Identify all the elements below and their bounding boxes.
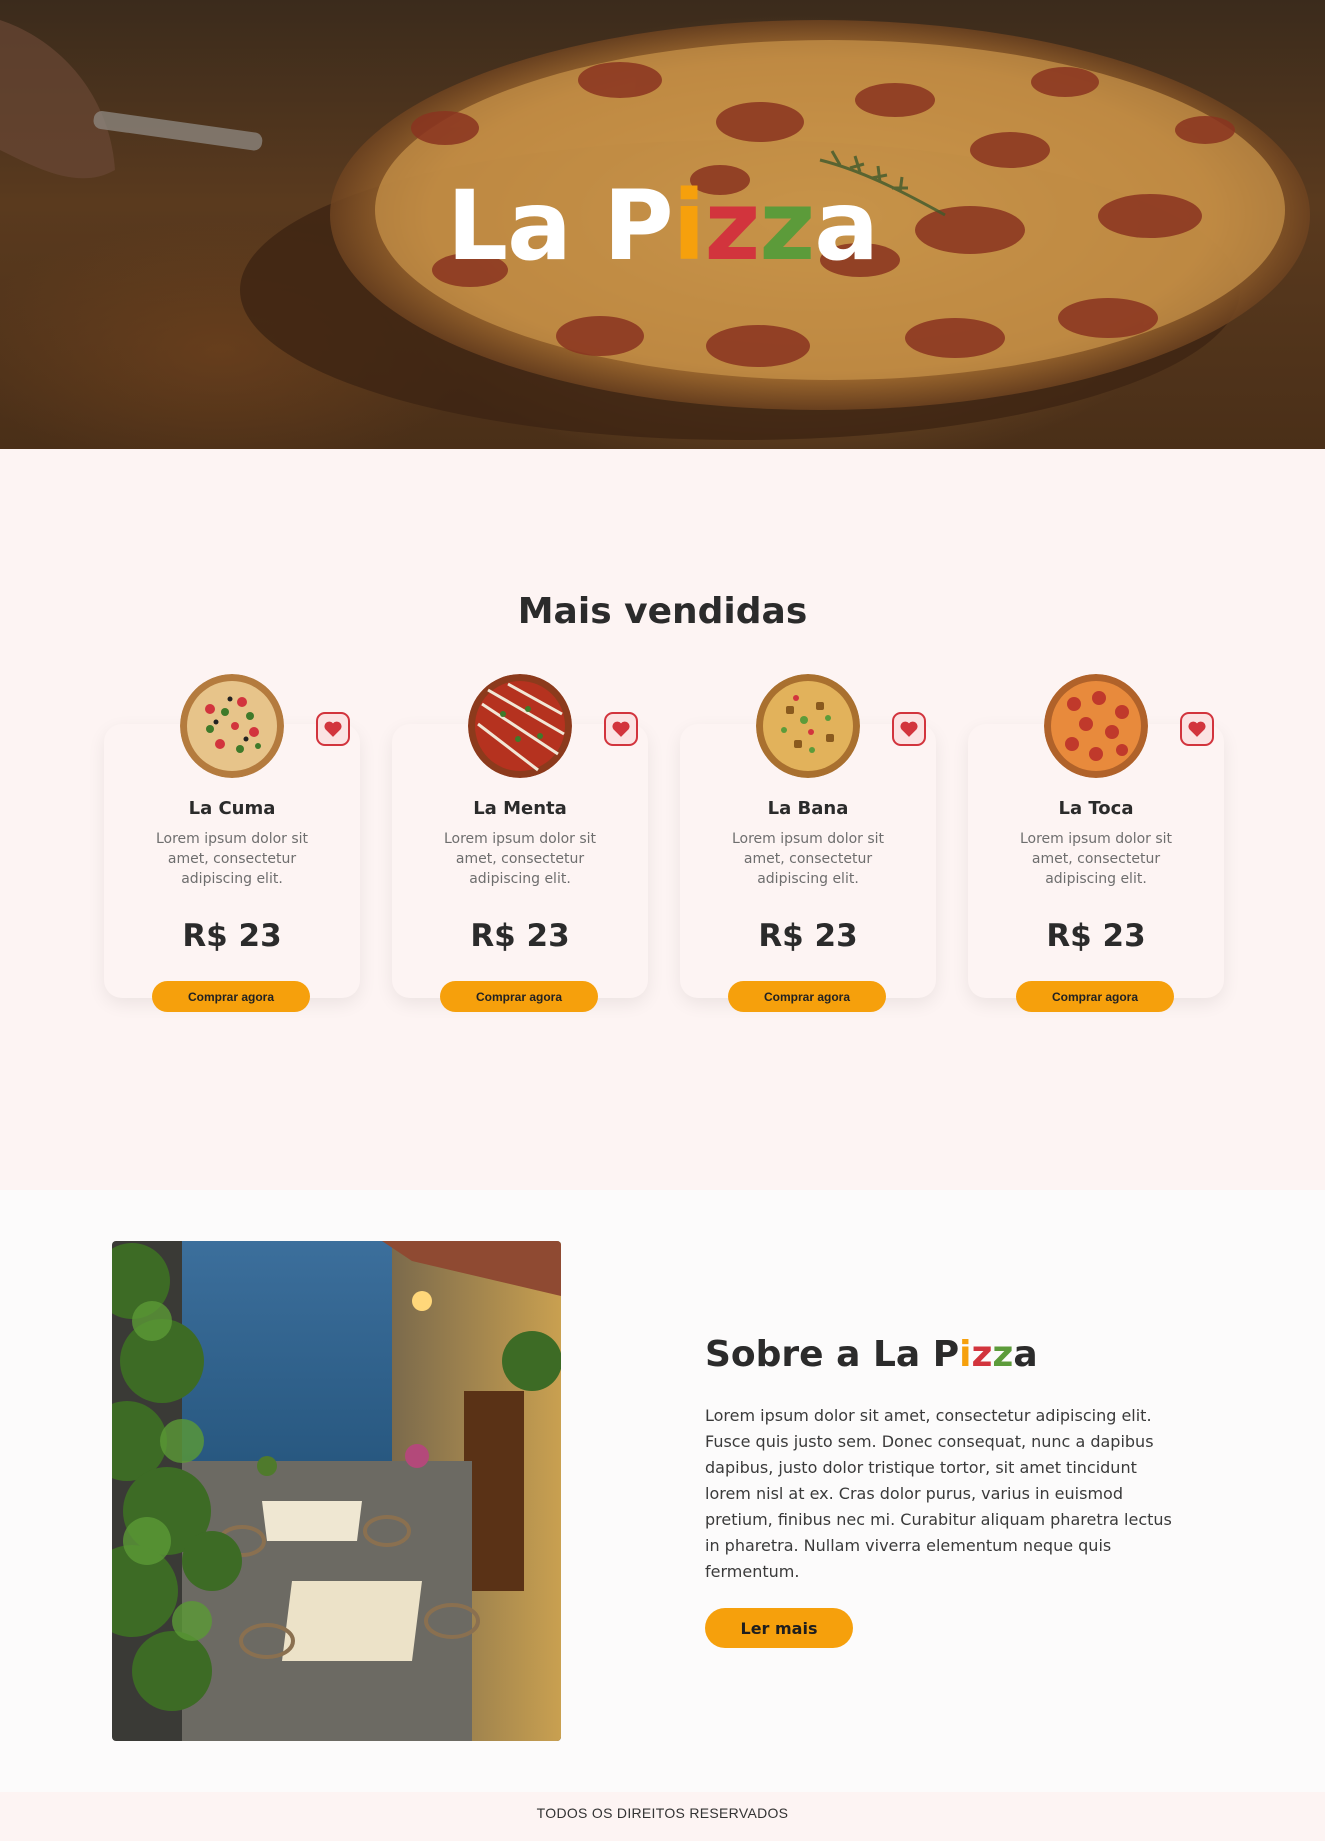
hero-banner: La Pizza [0, 0, 1325, 449]
buy-now-button[interactable]: Comprar agora [152, 981, 310, 1012]
product-card: La Bana Lorem ipsum dolor sit amet, cons… [680, 674, 936, 1012]
title-part-a: a [814, 170, 879, 282]
buy-now-button[interactable]: Comprar agora [728, 981, 886, 1012]
restaurant-image [112, 1241, 561, 1741]
heart-icon [612, 721, 630, 737]
favorite-button[interactable] [316, 712, 350, 746]
product-name: La Cuma [188, 798, 276, 819]
footer: TODOS OS DIREITOS RESERVADOS [0, 1792, 1325, 1841]
about-title: Sobre a La Pizza [705, 1334, 1038, 1375]
bestsellers-section: Mais vendidas La Cuma Lorem ipsum dolor … [0, 449, 1325, 1190]
product-image [1044, 674, 1148, 778]
buy-now-button[interactable]: Comprar agora [1016, 981, 1174, 1012]
product-name: La Menta [473, 798, 567, 819]
favorite-button[interactable] [1180, 712, 1214, 746]
product-image [756, 674, 860, 778]
footer-text: TODOS OS DIREITOS RESERVADOS [536, 1805, 789, 1821]
product-description: Lorem ipsum dolor sit amet, consectetur … [731, 831, 885, 887]
product-card: La Menta Lorem ipsum dolor sit amet, con… [392, 674, 648, 1012]
product-description: Lorem ipsum dolor sit amet, consectetur … [1019, 831, 1173, 887]
about-title-prefix: Sobre a [705, 1334, 873, 1375]
favorite-button[interactable] [892, 712, 926, 746]
heart-icon [900, 721, 918, 737]
title-part-z1: z [704, 170, 761, 282]
product-card: La Cuma Lorem ipsum dolor sit amet, cons… [104, 674, 360, 1012]
favorite-button[interactable] [604, 712, 638, 746]
product-description: Lorem ipsum dolor sit amet, consectetur … [443, 831, 597, 887]
product-price: R$ 23 [470, 918, 570, 954]
product-price: R$ 23 [182, 918, 282, 954]
product-card: La Toca Lorem ipsum dolor sit amet, cons… [968, 674, 1224, 1012]
product-description: Lorem ipsum dolor sit amet, consectetur … [155, 831, 309, 887]
title-part-a: a [1013, 1334, 1038, 1375]
product-name: La Toca [1058, 798, 1134, 819]
buy-now-button[interactable]: Comprar agora [440, 981, 598, 1012]
about-text: Lorem ipsum dolor sit amet, consectetur … [705, 1406, 1172, 1581]
product-price: R$ 23 [1046, 918, 1146, 954]
heart-icon [324, 721, 342, 737]
title-part-i: i [672, 170, 706, 282]
title-part-la-p: La P [872, 1334, 960, 1375]
title-part-z2: z [759, 170, 815, 282]
title-part-i: i [959, 1334, 972, 1375]
read-more-button[interactable]: Ler mais [705, 1608, 853, 1648]
product-name: La Bana [767, 798, 849, 819]
section-title: Mais vendidas [517, 591, 808, 632]
hero-title: La Pizza [0, 170, 1325, 282]
product-price: R$ 23 [758, 918, 858, 954]
product-image [180, 674, 284, 778]
about-section: Sobre a La Pizza Lorem ipsum dolor sit a… [0, 1190, 1325, 1792]
title-part-la-p: La P [446, 170, 674, 282]
heart-icon [1188, 721, 1206, 737]
title-part-z2: z [992, 1334, 1014, 1375]
title-part-z1: z [971, 1334, 993, 1375]
product-image [468, 674, 572, 778]
